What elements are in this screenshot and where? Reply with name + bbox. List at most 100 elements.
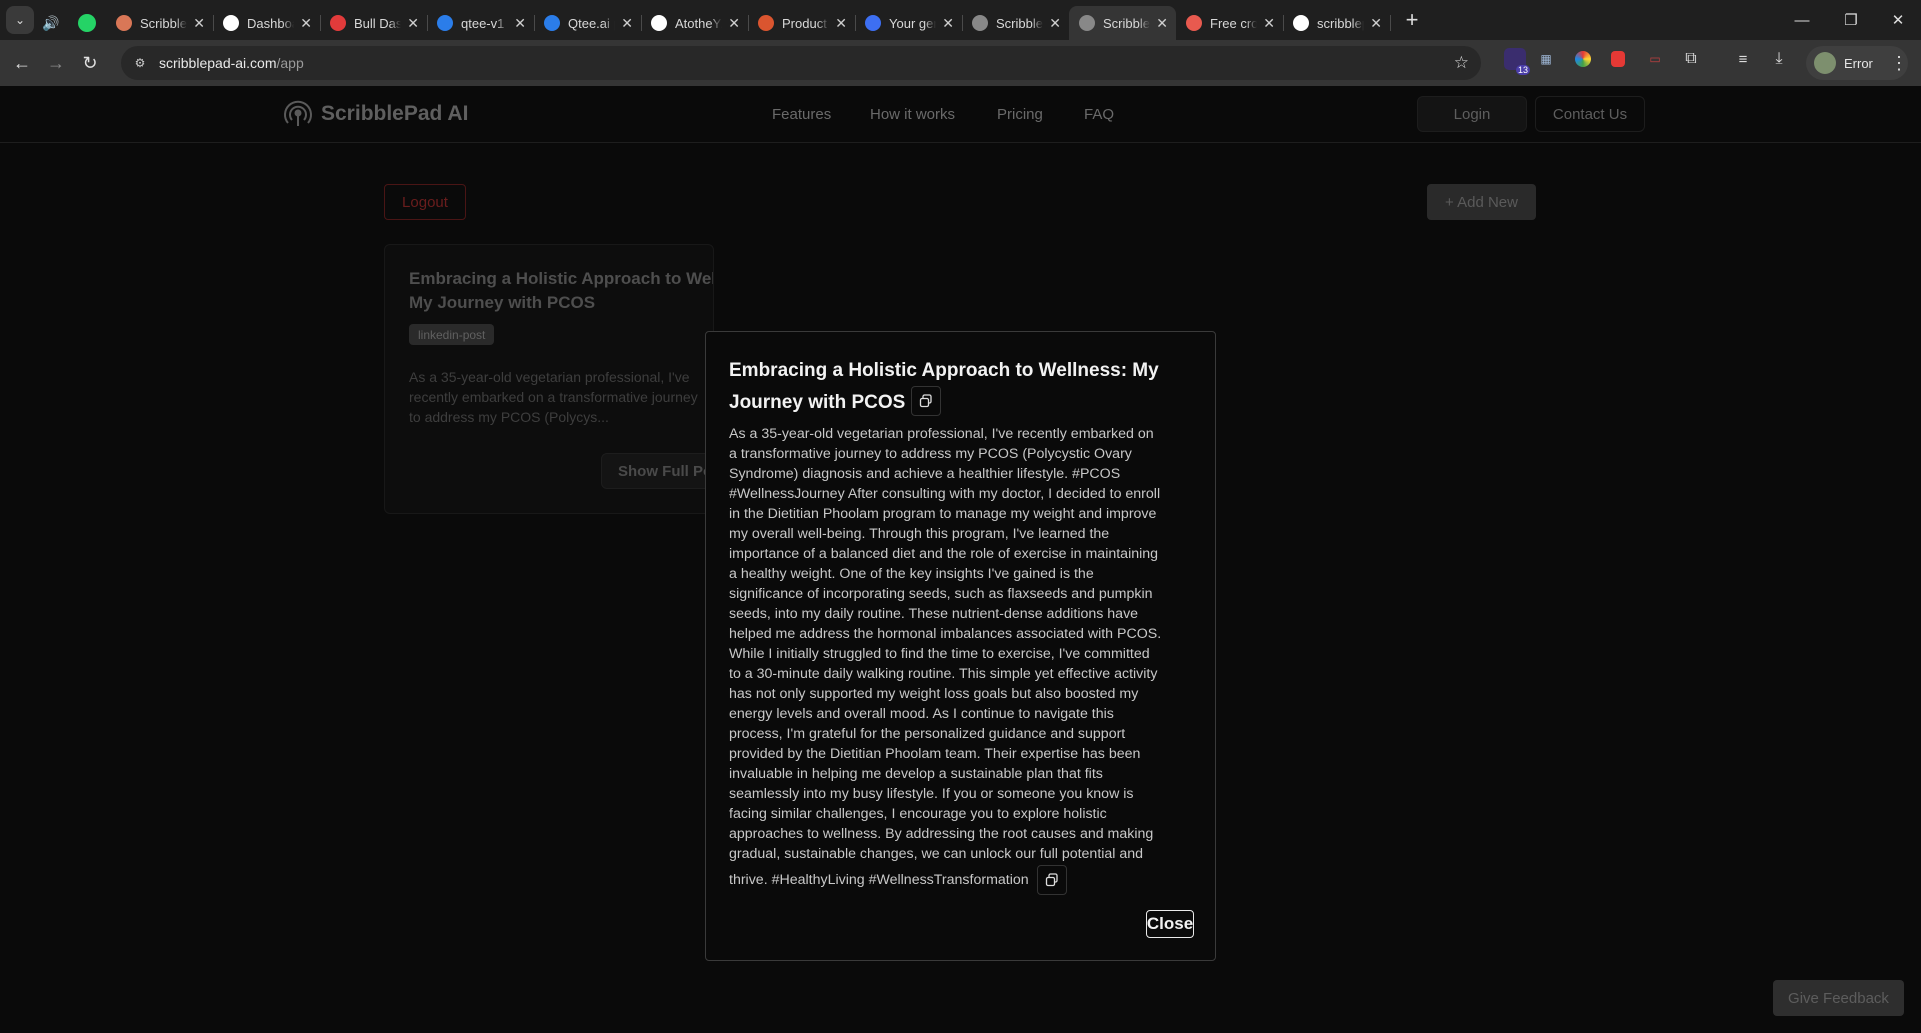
browser-tab[interactable]: Your generated posts ✕ <box>855 6 963 40</box>
modal-body-text: As a 35-year-old vegetarian professional… <box>729 424 1204 895</box>
tab-close-icon[interactable]: ✕ <box>407 15 419 32</box>
bookmark-star-icon[interactable]: ☆ <box>1454 53 1469 73</box>
browser-tab-title: Qtee.ai project <box>568 15 615 31</box>
modal-body-line: process, I'm grateful for the personaliz… <box>729 726 1126 742</box>
browser-tab-bar: ⌄ 🔊 ScribblePad AI✕Dashboard✕Bull Dashbo… <box>0 0 1921 40</box>
extensions-puzzle-icon[interactable]: ⧉ <box>1680 48 1702 70</box>
browser-tab-title: Free cronjobs <box>1210 15 1258 31</box>
tab-close-icon[interactable]: ✕ <box>514 15 526 32</box>
extension-grid-icon[interactable]: ▦ <box>1535 48 1557 70</box>
media-controls-icon[interactable]: ≡ <box>1732 48 1754 70</box>
tab-close-icon[interactable]: ✕ <box>1049 15 1061 32</box>
modal-title: Embracing a Holistic Approach to Wellnes… <box>729 355 1179 419</box>
nav-how-it-works[interactable]: How it works <box>870 106 955 123</box>
back-button[interactable]: ← <box>5 46 39 80</box>
logout-button[interactable]: Logout <box>384 184 466 220</box>
modal-body-line: in the Dietitian Phoolam program to mana… <box>729 506 1157 522</box>
post-card: Embracing a Holistic Approach to Wellnes… <box>384 244 714 514</box>
tab-close-icon[interactable]: ✕ <box>1263 15 1275 32</box>
claude-icon <box>116 15 132 31</box>
browser-tab-title: ScribblePad AI <box>1103 15 1150 31</box>
tab-close-icon[interactable]: ✕ <box>1156 15 1168 32</box>
modal-body-line: a transformative journey to address my P… <box>729 446 1132 462</box>
browser-tab[interactable]: Qtee.ai project ✕ <box>534 6 642 40</box>
tab-close-icon[interactable]: ✕ <box>942 15 954 32</box>
browser-tab[interactable]: ScribblePad AI ✕ <box>106 6 214 40</box>
avatar <box>1814 52 1836 74</box>
minimize-window-button[interactable]: — <box>1779 0 1825 40</box>
site-info-icon[interactable]: ⚙ <box>131 54 149 72</box>
modal-body-line: seamlessly into my busy lifestyle. If yo… <box>729 786 1134 802</box>
tab-close-icon[interactable]: ✕ <box>728 15 740 32</box>
post-modal: Embracing a Holistic Approach to Wellnes… <box>705 331 1216 961</box>
browser-tab[interactable]: Product Hunt ✕ <box>748 6 856 40</box>
producthunt-icon <box>758 15 774 31</box>
post-tag-badge: linkedin-post <box>409 324 495 345</box>
contact-us-button[interactable]: Contact Us <box>1535 96 1645 132</box>
browser-tab[interactable]: Free cronjobs ✕ <box>1176 6 1284 40</box>
copy-title-button[interactable] <box>911 385 942 416</box>
browser-tab-title: Dashboard <box>247 15 294 31</box>
close-modal-button[interactable]: Close <box>1146 910 1194 938</box>
tab-close-icon[interactable]: ✕ <box>835 15 847 32</box>
extension-monitor-icon[interactable]: ▭ <box>1644 48 1666 70</box>
browser-tab[interactable]: scribblepad-ai ✕ <box>1283 6 1391 40</box>
browser-tab-title: Your generated posts <box>889 15 936 31</box>
restore-window-button[interactable]: ❐ <box>1828 0 1874 40</box>
modal-body-last-line: thrive. #HealthyLiving #WellnessTransfor… <box>729 872 1029 888</box>
show-full-post-button[interactable]: Show Full Post <box>601 453 713 489</box>
address-url: scribblepad-ai.com/app <box>159 55 304 71</box>
modal-body-line: While I initially struggled to find the … <box>729 646 1150 662</box>
modal-body-line: seeds, into my daily routine. These nutr… <box>729 606 1139 622</box>
nav-features[interactable]: Features <box>772 106 831 123</box>
tab-close-icon[interactable]: ✕ <box>300 15 312 32</box>
modal-body-line: #WellnessJourney After consulting with m… <box>729 486 1161 502</box>
extension-colorwheel-icon[interactable] <box>1572 48 1594 70</box>
browser-tab[interactable]: AtotheY/scribblepad ✕ <box>641 6 749 40</box>
tab-close-icon[interactable]: ✕ <box>193 15 205 32</box>
browser-tab[interactable]: Dashboard ✕ <box>213 6 321 40</box>
extension-badge-icon[interactable]: 13 <box>1504 48 1530 75</box>
login-button[interactable]: Login <box>1417 96 1527 132</box>
downloads-icon[interactable]: ⤓ <box>1768 48 1790 70</box>
extension-badge-count: 13 <box>1515 65 1530 75</box>
profile-status-label: Error <box>1844 55 1873 71</box>
modal-body-line: facing similar challenges, I encourage y… <box>729 806 1107 822</box>
nav-pricing[interactable]: Pricing <box>997 106 1043 123</box>
nav-faq[interactable]: FAQ <box>1084 106 1114 123</box>
give-feedback-button[interactable]: Give Feedback <box>1773 980 1904 1016</box>
post-card-title: Embracing a Holistic Approach to Wellnes… <box>409 269 713 312</box>
browser-tab[interactable]: qtee-v1 - Deployment ✕ <box>427 6 535 40</box>
browser-tab[interactable]: ScribblePad AI ✕ <box>1069 6 1176 40</box>
site-header: ScribblePad AI Features How it works Pri… <box>0 86 1921 143</box>
browser-menu-icon[interactable]: ⋮ <box>1890 54 1908 72</box>
brand[interactable]: ScribblePad AI <box>283 98 468 130</box>
tab-search-dropdown-icon[interactable]: ⌄ <box>6 6 34 34</box>
browser-toolbar: ← → ↻ ⚙ scribblepad-ai.com/app ☆ 13 ▦ ▭ … <box>0 40 1921 86</box>
tab-close-icon[interactable]: ✕ <box>621 15 633 32</box>
add-new-button[interactable]: + Add New <box>1427 184 1536 220</box>
new-tab-button[interactable]: + <box>1398 7 1426 33</box>
extension-red-icon[interactable] <box>1607 48 1629 70</box>
copy-body-button[interactable] <box>1036 865 1067 895</box>
modal-body-line: a healthy weight. One of the key insight… <box>729 566 1094 582</box>
browser-tab[interactable]: Bull Dashboard ✕ <box>320 6 428 40</box>
qtee-icon <box>544 15 560 31</box>
modal-body-line: provided by the Dietitian Phoolam team. … <box>729 746 1141 762</box>
modal-body-line: my overall well-being. Through this prog… <box>729 526 1110 542</box>
browser-tab[interactable]: ScribblePad AI ✕ <box>962 6 1070 40</box>
tab-audio-icon[interactable]: 🔊 <box>34 6 68 40</box>
modal-body-line: gradual, sustainable changes, we can unl… <box>729 846 1144 862</box>
reload-button[interactable]: ↻ <box>73 46 107 80</box>
close-window-button[interactable]: ✕ <box>1875 0 1921 40</box>
github-icon <box>651 15 667 31</box>
copy-icon <box>1045 873 1058 887</box>
tab-close-icon[interactable]: ✕ <box>1370 15 1382 32</box>
bull-icon <box>330 15 346 31</box>
r-icon <box>865 15 881 31</box>
tab-pinned-whatsapp-icon[interactable] <box>68 6 106 40</box>
modal-body-line: importance of a balanced diet and the ro… <box>729 546 1159 562</box>
post-card-excerpt: As a 35-year-old vegetarian professional… <box>409 369 698 425</box>
forward-button[interactable]: → <box>39 46 73 80</box>
address-bar[interactable]: ⚙ scribblepad-ai.com/app ☆ <box>121 46 1481 80</box>
